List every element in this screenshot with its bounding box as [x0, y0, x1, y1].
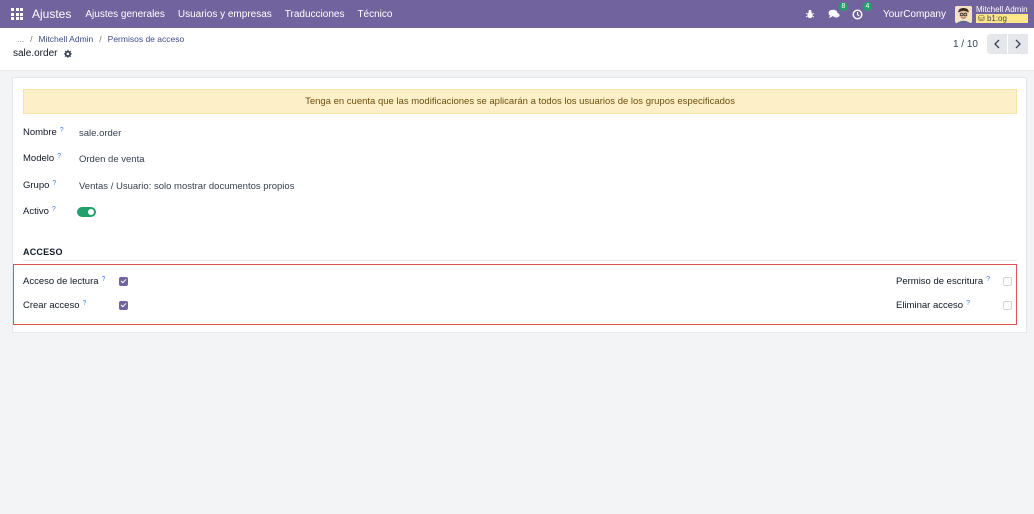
menu-item-users-companies[interactable]: Usuarios y empresas	[178, 9, 272, 20]
app-brand[interactable]: Ajustes	[32, 7, 71, 21]
help-tooltip-icon[interactable]: ?	[83, 300, 87, 307]
menu-item-translations[interactable]: Traducciones	[285, 9, 345, 20]
group-field[interactable]: Ventas / Usuario: solo mostrar documento…	[79, 181, 294, 192]
unlink-access-checkbox[interactable]	[1003, 301, 1012, 310]
unlink-access-label: Eliminar acceso?	[896, 300, 970, 311]
breadcrumb-item-user[interactable]: Mitchell Admin	[38, 34, 93, 44]
model-label: Modelo?	[23, 153, 62, 164]
pager-previous-button[interactable]	[987, 34, 1007, 54]
menu-item-general-settings[interactable]: Ajustes generales	[85, 9, 165, 20]
breadcrumb-separator: /	[99, 34, 102, 44]
breadcrumb-ellipsis[interactable]: ...	[17, 34, 24, 44]
messages-icon[interactable]: 8	[827, 2, 848, 21]
control-panel: ... / Mitchell Admin / Permisos de acces…	[0, 28, 1034, 71]
access-group: Acceso de lectura? Crear acceso? Permiso…	[13, 264, 1017, 325]
help-tooltip-icon[interactable]: ?	[57, 153, 61, 160]
activities-badge: 4	[862, 2, 872, 11]
write-access-checkbox[interactable]	[1003, 277, 1012, 286]
record-name: sale.order	[13, 48, 58, 59]
read-access-label: Acceso de lectura?	[23, 276, 106, 287]
debug-bug-icon[interactable]	[803, 7, 817, 21]
help-tooltip-icon[interactable]: ?	[986, 276, 990, 283]
help-tooltip-icon[interactable]: ?	[102, 276, 106, 283]
section-divider	[23, 260, 1017, 261]
read-access-checkbox[interactable]	[119, 277, 128, 286]
pager-value[interactable]: 1 / 10	[953, 39, 978, 50]
gear-icon[interactable]	[63, 49, 73, 58]
breadcrumb: ... / Mitchell Admin / Permisos de acces…	[17, 34, 184, 44]
help-tooltip-icon[interactable]: ?	[60, 127, 64, 134]
top-navbar: Ajustes Ajustes generales Usuarios y emp…	[0, 0, 1034, 28]
active-label: Activo?	[23, 206, 56, 217]
help-tooltip-icon[interactable]: ?	[52, 180, 56, 187]
activities-clock-icon[interactable]: 4	[851, 2, 872, 21]
user-menu[interactable]: Mitchell Admin ⛁ b1:og	[976, 5, 1028, 23]
help-tooltip-icon[interactable]: ?	[52, 206, 56, 213]
menu-item-technical[interactable]: Técnico	[357, 9, 392, 20]
create-access-label: Crear acceso?	[23, 300, 87, 311]
pager-next-button[interactable]	[1008, 34, 1028, 54]
help-tooltip-icon[interactable]: ?	[966, 300, 970, 307]
database-name: b1:og	[986, 14, 1007, 23]
model-field[interactable]: Orden de venta	[79, 154, 145, 165]
name-field[interactable]: sale.order	[79, 128, 121, 139]
main-menu: Ajustes generales Usuarios y empresas Tr…	[85, 9, 405, 20]
database-badge: ⛁ b1:og	[976, 14, 1028, 23]
company-switcher[interactable]: YourCompany	[883, 9, 946, 20]
active-toggle[interactable]	[77, 207, 96, 217]
create-access-checkbox[interactable]	[119, 301, 128, 310]
user-avatar[interactable]	[955, 5, 972, 23]
record-title: sale.order	[13, 48, 73, 59]
apps-menu-icon[interactable]	[11, 8, 23, 20]
chevron-right-icon	[1015, 39, 1021, 49]
user-name: Mitchell Admin	[976, 5, 1028, 14]
breadcrumb-item-access-rights[interactable]: Permisos de acceso	[108, 34, 185, 44]
name-label: Nombre?	[23, 127, 64, 138]
access-section-title: ACCESO	[23, 247, 63, 257]
warning-alert: Tenga en cuenta que las modificaciones s…	[23, 89, 1017, 114]
write-access-label: Permiso de escritura?	[896, 276, 991, 287]
form-sheet: Tenga en cuenta que las modificaciones s…	[12, 77, 1027, 333]
systray: 8 4 YourCompany Mitchell Admin ⛁ b1:og	[803, 0, 1034, 28]
breadcrumb-separator: /	[30, 34, 33, 44]
database-icon: ⛁	[978, 14, 985, 23]
chevron-left-icon	[994, 39, 1000, 49]
group-label: Grupo?	[23, 180, 57, 191]
pager: 1 / 10	[953, 34, 1028, 54]
messages-badge: 8	[838, 2, 848, 11]
